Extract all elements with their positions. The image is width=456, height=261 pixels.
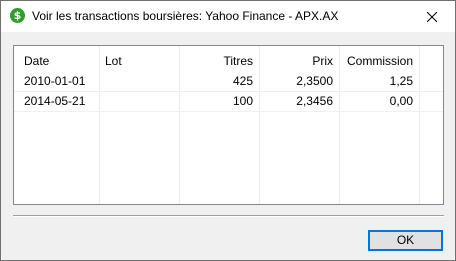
dialog-window: $ Voir les transactions boursières: Yaho…	[0, 0, 456, 261]
table-row-1-date[interactable]: 2010-01-01	[24, 74, 85, 88]
row-divider	[14, 111, 443, 112]
header-commission[interactable]: Commission	[340, 54, 413, 68]
close-icon	[427, 11, 437, 22]
column-lot	[100, 46, 180, 204]
table-row-2-date[interactable]: 2014-05-21	[24, 94, 85, 108]
column-prix	[260, 46, 340, 204]
window-title: Voir les transactions boursières: Yahoo …	[32, 9, 339, 23]
ok-button[interactable]: OK	[368, 230, 443, 251]
title-bar: $ Voir les transactions boursières: Yaho…	[1, 1, 455, 32]
table-row-2-titres[interactable]: 100	[180, 94, 253, 108]
dollar-icon: $	[10, 8, 25, 23]
table-row-2-prix[interactable]: 2,3456	[260, 94, 333, 108]
close-button[interactable]	[409, 1, 455, 32]
dialog-separator	[13, 215, 444, 217]
row-divider	[14, 91, 443, 92]
header-date[interactable]: Date	[24, 54, 49, 68]
table-row-2-commission[interactable]: 0,00	[340, 94, 413, 108]
table-row-1-titres[interactable]: 425	[180, 74, 253, 88]
header-lot[interactable]: Lot	[105, 54, 122, 68]
column-date	[14, 46, 100, 204]
column-commission	[340, 46, 420, 204]
table-row-1-commission[interactable]: 1,25	[340, 74, 413, 88]
header-prix[interactable]: Prix	[260, 54, 333, 68]
header-titres[interactable]: Titres	[180, 54, 253, 68]
transactions-list[interactable]: Date Lot Titres Prix Commission 2010-01-…	[13, 45, 444, 205]
column-titres	[180, 46, 260, 204]
table-row-1-prix[interactable]: 2,3500	[260, 74, 333, 88]
